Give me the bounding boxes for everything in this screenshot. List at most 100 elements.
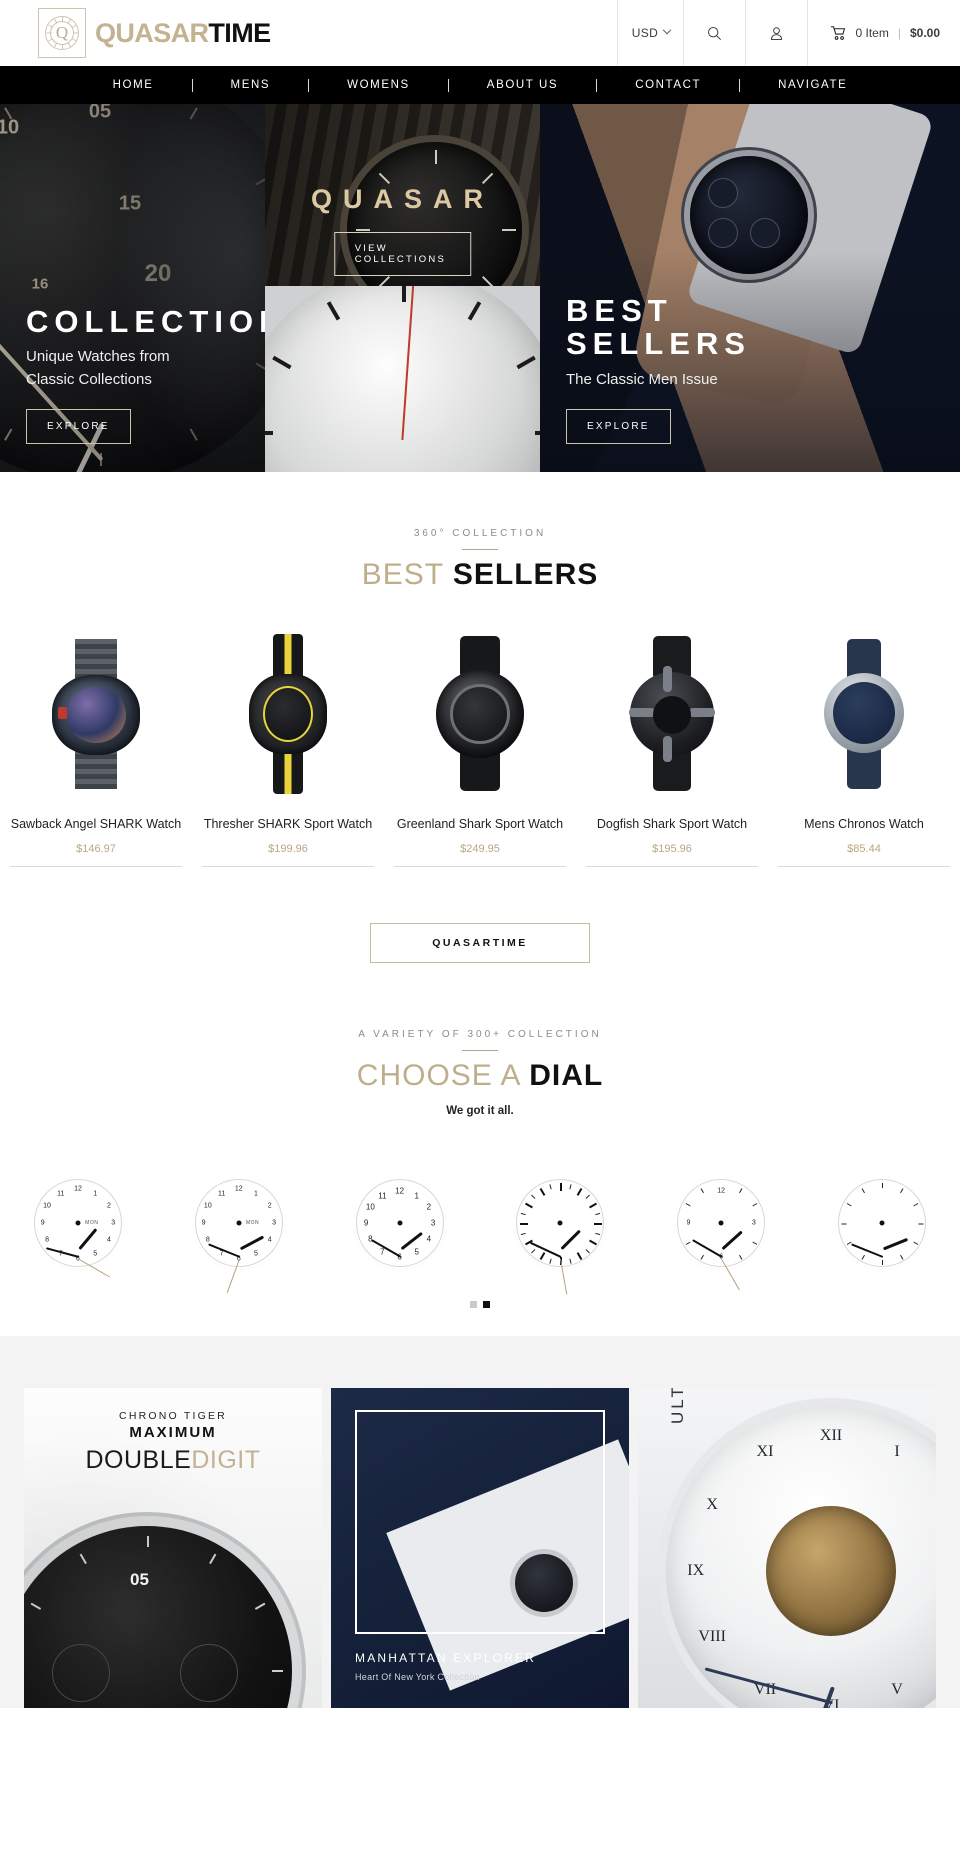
promo-banner-double-digit[interactable]: CHRONO TIGER MAXIMUM DOUBLEDIGIT <box>24 1388 322 1708</box>
hero-banner-best-sellers[interactable]: BEST SELLERS The Classic Men Issue EXPLO… <box>540 104 960 472</box>
site-header: Q QUASARTIME USD 0 Item | $0.00 <box>0 0 960 66</box>
carousel-dot-2[interactable] <box>483 1301 490 1308</box>
hero-right-title-2: SELLERS <box>566 326 751 362</box>
nav-item-womens[interactable]: WOMENS <box>309 79 448 91</box>
site-logo[interactable]: Q QUASARTIME <box>0 0 271 66</box>
best-sellers-eyebrow: 360° COLLECTION <box>413 528 547 539</box>
promo-banner-row: CHRONO TIGER MAXIMUM DOUBLEDIGIT <box>0 1388 960 1708</box>
cart-button[interactable]: 0 Item | $0.00 <box>807 0 960 66</box>
roman-numeral: IX <box>687 1562 705 1579</box>
promo-banner-ultra-thin-dial[interactable]: XII I II III IIII V VI VII VIII IX X XI <box>638 1388 936 1708</box>
dial-face[interactable]: 12 1 2 3 4 5 6 7 8 9 10 11 MON <box>194 1179 283 1293</box>
product-card[interactable]: Dogfish Shark Sport Watch $195.96 <box>576 626 768 867</box>
nav-item-contact[interactable]: CONTACT <box>597 79 739 91</box>
product-card[interactable]: Sawback Angel SHARK Watch $146.97 <box>0 626 192 867</box>
currency-label: USD <box>631 26 659 40</box>
promo-banner-manhattan-explorer[interactable]: MANHATTAN EXPLORER Heart Of New York Col… <box>331 1388 629 1708</box>
account-button[interactable] <box>745 0 807 66</box>
hero-middle-silver-dial-image <box>265 286 540 472</box>
dial-number: 2 <box>267 1202 272 1210</box>
product-name: Sawback Angel SHARK Watch <box>10 817 182 831</box>
dial-face[interactable]: 12 1 2 3 4 5 6 7 8 9 10 11 <box>355 1179 444 1267</box>
dial-face[interactable]: 12 3 6 9 <box>677 1179 766 1291</box>
header-actions: USD 0 Item | $0.00 <box>617 0 960 66</box>
best-sellers-title: BEST SELLERS <box>0 558 960 592</box>
roman-numeral: V <box>891 1680 903 1698</box>
dial-title-dark: DIAL <box>529 1059 604 1092</box>
product-card[interactable]: Mens Chronos Watch $85.44 <box>768 626 960 867</box>
promo-3-watch-image: XII I II III IIII V VI VII VIII IX X XI <box>666 1406 936 1708</box>
hero-left-explore-button[interactable]: EXPLORE <box>26 409 131 444</box>
dial-number: 2 <box>426 1202 432 1212</box>
dial-number: 9 <box>201 1219 206 1227</box>
dial-number: 2 <box>107 1202 111 1210</box>
product-underline <box>394 866 566 867</box>
hero-left-copy: COLLECTION Unique Watches from Classic C… <box>26 303 265 444</box>
dial-number: 9 <box>363 1218 369 1228</box>
dial-carousel: 12 1 2 3 4 5 6 7 8 9 10 11 MON 12 1 <box>0 1179 960 1295</box>
roman-numeral: X <box>706 1496 718 1513</box>
product-image <box>586 626 758 801</box>
product-image <box>10 626 182 801</box>
cart-separator: | <box>897 26 901 40</box>
dial-number: 3 <box>430 1218 436 1228</box>
hero-right-title-1: BEST <box>566 292 673 328</box>
product-underline <box>10 866 182 867</box>
currency-selector[interactable]: USD <box>617 0 683 66</box>
logo-mark-letter: Q <box>55 23 69 42</box>
quasartime-cta-wrap: QUASARTIME <box>0 923 960 963</box>
dial-number: 12 <box>74 1185 82 1193</box>
dial-subnote: We got it all. <box>446 1105 514 1117</box>
dial-title: CHOOSE A DIAL <box>0 1059 960 1093</box>
dial-eyebrow: A VARIETY OF 300+ COLLECTION <box>358 1029 602 1040</box>
dial-number: 5 <box>414 1247 420 1257</box>
roman-numeral: XII <box>819 1426 843 1444</box>
dial-number: 5 <box>93 1250 98 1258</box>
product-price: $249.95 <box>460 843 500 855</box>
product-card[interactable]: Thresher SHARK Sport Watch $199.96 <box>192 626 384 867</box>
hero-banner-collection[interactable]: 05 10 12 23 15 20 17 18 19 16 COLLECTION… <box>0 104 265 472</box>
page-root: Q QUASARTIME USD 0 Item | $0.00 HOME MEN… <box>0 0 960 1708</box>
dial-number: 1 <box>254 1190 258 1198</box>
logo-emblem-icon: Q <box>38 8 86 58</box>
cart-icon <box>831 26 846 40</box>
product-underline <box>202 866 374 867</box>
promo-banners-section: CHRONO TIGER MAXIMUM DOUBLEDIGIT <box>0 1336 960 1708</box>
hero-right-copy: BEST SELLERS The Classic Men Issue EXPLO… <box>566 292 751 444</box>
dial-day-label: MON <box>245 1220 260 1226</box>
nav-item-navigate[interactable]: NAVIGATE <box>740 79 885 91</box>
carousel-dot-1[interactable] <box>470 1301 477 1308</box>
dial-face[interactable] <box>516 1179 605 1295</box>
nav-item-about-us[interactable]: ABOUT US <box>449 79 596 91</box>
hero-right-explore-button[interactable]: EXPLORE <box>566 409 671 444</box>
dial-title-gold: CHOOSE A <box>356 1059 520 1092</box>
search-button[interactable] <box>683 0 745 66</box>
dial-number: 4 <box>426 1234 432 1244</box>
nav-item-mens[interactable]: MENS <box>193 79 309 91</box>
dial-face[interactable]: 12 1 2 3 4 5 6 7 8 9 10 11 MON <box>34 1179 122 1278</box>
hero-middle-view-collections-button[interactable]: VIEW COLLECTIONS <box>333 232 472 276</box>
chevron-down-icon <box>663 25 672 35</box>
hero-middle-title: QUASAR <box>310 184 494 214</box>
cart-item-count: 0 Item <box>855 26 889 40</box>
divider-rule <box>462 549 498 550</box>
product-card[interactable]: Greenland Shark Sport Watch $249.95 <box>384 626 576 867</box>
dial-face[interactable] <box>837 1179 926 1267</box>
hero-right-subtitle: The Classic Men Issue <box>566 370 718 388</box>
nav-item-home[interactable]: HOME <box>75 79 192 91</box>
product-underline <box>586 866 758 867</box>
dial-number: 10 <box>43 1202 51 1210</box>
dial-day-label: MON <box>85 1220 99 1226</box>
choose-a-dial-section: A VARIETY OF 300+ COLLECTION CHOOSE A DI… <box>0 963 960 1308</box>
quasartime-cta-button[interactable]: QUASARTIME <box>370 923 590 963</box>
product-name: Thresher SHARK Sport Watch <box>203 817 373 831</box>
product-image <box>202 626 374 801</box>
dial-number: 10 <box>203 1202 212 1210</box>
dial-number: 9 <box>40 1219 45 1227</box>
dial-number: 10 <box>365 1202 375 1212</box>
hero-left-subtitle-1: Unique Watches from <box>26 348 170 365</box>
hero-left-title: COLLECTION <box>26 303 265 339</box>
product-grid: Sawback Angel SHARK Watch $146.97 Thresh… <box>0 626 960 867</box>
hero-banner-quasar[interactable]: QUASAR VIEW COLLECTIONS <box>265 104 540 472</box>
product-price: $195.96 <box>652 843 692 855</box>
